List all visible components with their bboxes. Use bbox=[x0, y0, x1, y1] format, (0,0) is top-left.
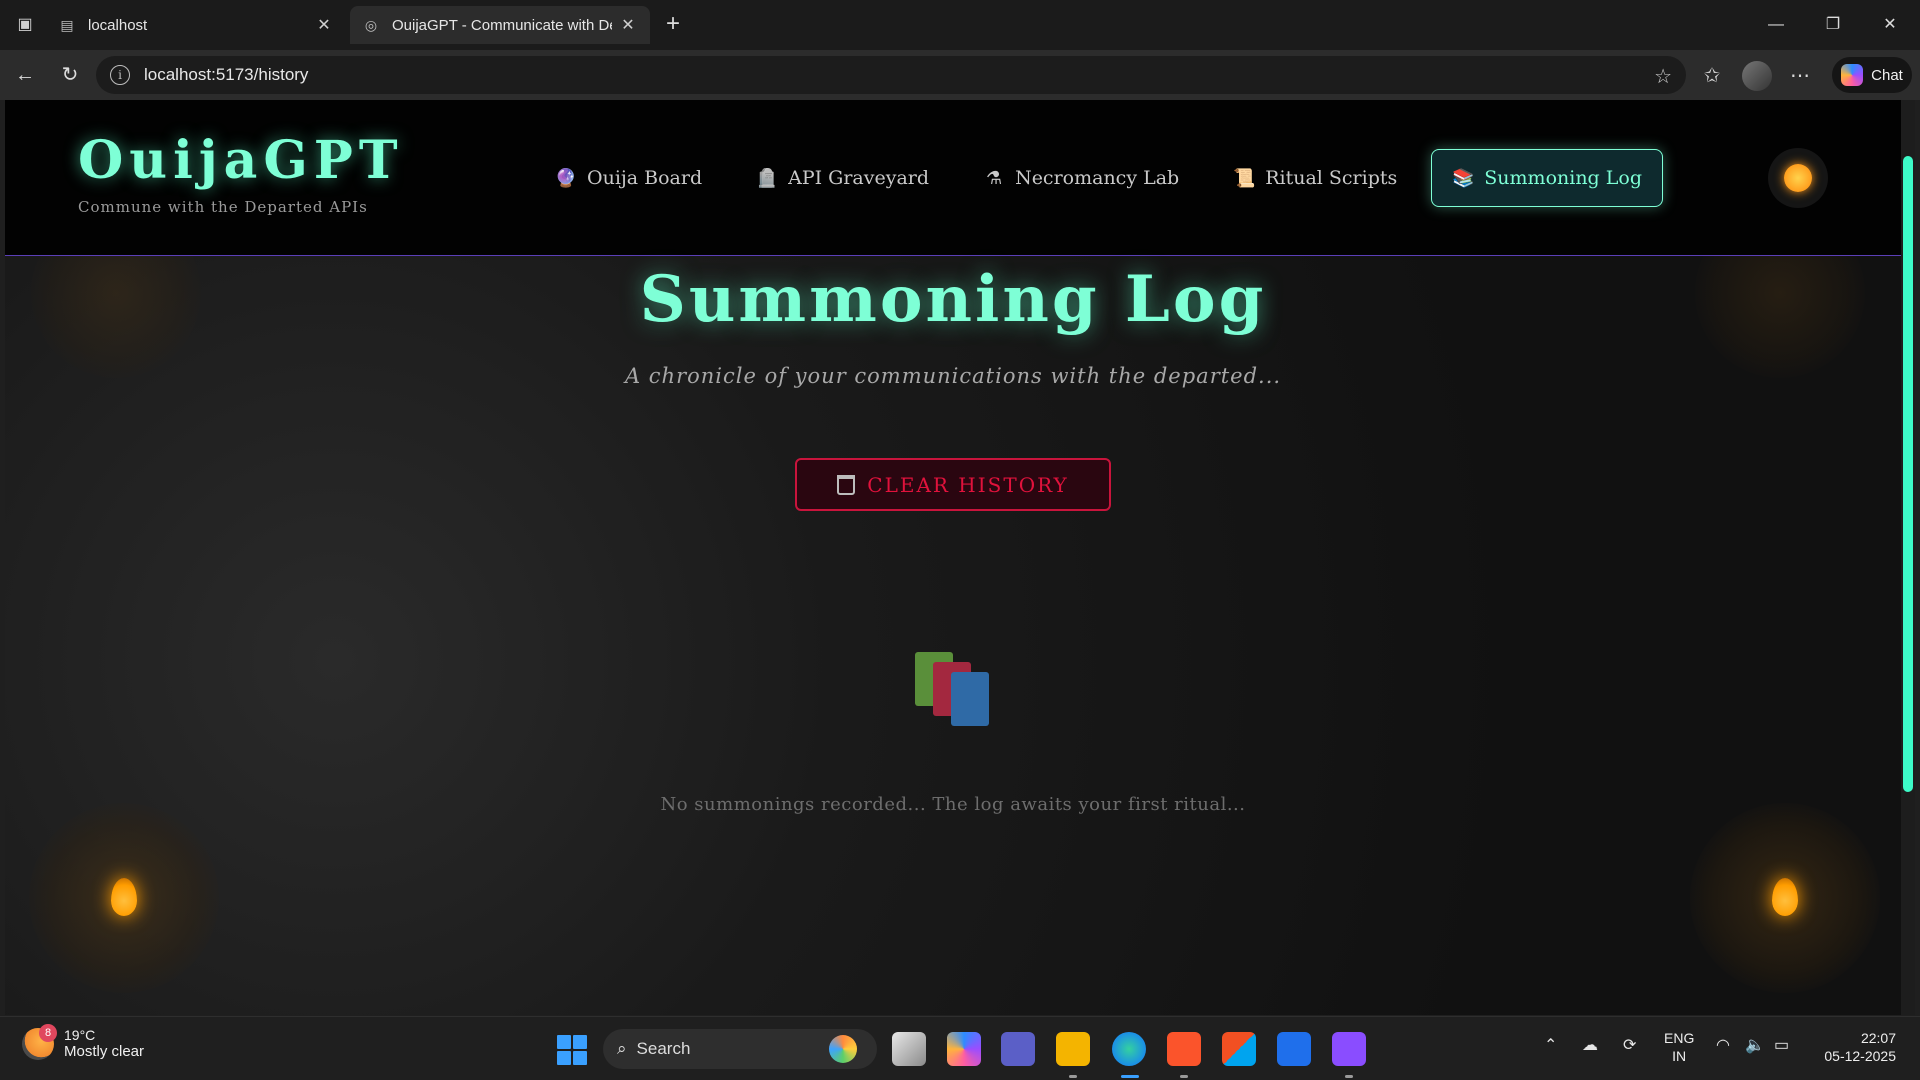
weather-widget[interactable]: 8 19°C Mostly clear bbox=[22, 1023, 145, 1060]
copilot-icon bbox=[1841, 64, 1864, 86]
scrollbar-thumb[interactable] bbox=[1903, 156, 1913, 792]
site-logo[interactable]: OuijaGPT bbox=[78, 130, 404, 191]
page-icon: ▤ bbox=[60, 16, 74, 33]
taskbar-search[interactable]: ⌕ Search bbox=[603, 1029, 877, 1069]
running-indicator bbox=[1180, 1075, 1188, 1078]
chat-label: Chat bbox=[1871, 66, 1903, 84]
nav-label: API Graveyard bbox=[788, 167, 930, 189]
search-label: Search bbox=[636, 1039, 691, 1058]
weather-temp: 19°C bbox=[64, 1027, 96, 1043]
copilot-chat-button[interactable]: Chat bbox=[1832, 57, 1912, 93]
edge-browser-icon[interactable] bbox=[1112, 1032, 1146, 1066]
close-icon[interactable]: ✕ bbox=[314, 15, 334, 35]
books-icon: 📚 bbox=[1452, 167, 1475, 189]
books-icon bbox=[915, 652, 999, 732]
close-window-button[interactable]: ✕ bbox=[1870, 10, 1910, 40]
more-options-icon[interactable]: ⋯ bbox=[1786, 62, 1814, 90]
weather-desc: Mostly clear bbox=[64, 1043, 145, 1060]
browser-tab-localhost[interactable]: ▤ localhost ✕ bbox=[46, 6, 346, 44]
lang-bottom: IN bbox=[1672, 1048, 1687, 1064]
page-title: Summoning Log bbox=[639, 262, 1267, 337]
main-nav: 🔮 Ouija Board 🪦 API Graveyard ⚗ Necroman… bbox=[535, 148, 1663, 208]
wifi-icon[interactable]: ◠ bbox=[1716, 1035, 1730, 1055]
nav-ouija-board[interactable]: 🔮 Ouija Board bbox=[535, 149, 722, 207]
favorite-star-icon[interactable]: ☆ bbox=[1654, 64, 1672, 89]
tab-actions-icon[interactable]: ▣ bbox=[14, 13, 36, 35]
chevron-up-icon[interactable]: ⌃ bbox=[1544, 1035, 1557, 1055]
app-purple-icon[interactable] bbox=[1332, 1032, 1366, 1066]
address-bar-row: ← ↻ i localhost:5173/history ☆ ✩ ⋯ Chat bbox=[0, 50, 1920, 100]
taskbar: 8 19°C Mostly clear ⌕ Search ⌃ ☁ ⟳ ENG I… bbox=[0, 1016, 1920, 1080]
teams-icon[interactable] bbox=[1001, 1032, 1035, 1066]
empty-state-message: No summonings recorded... The log awaits… bbox=[660, 794, 1246, 815]
candle-flame-icon bbox=[111, 878, 137, 916]
windows-start-icon[interactable] bbox=[557, 1035, 587, 1065]
running-indicator bbox=[1069, 1075, 1077, 1078]
scrollbar[interactable] bbox=[1901, 100, 1915, 1015]
refresh-icon[interactable]: ↻ bbox=[57, 62, 83, 88]
battery-icon[interactable]: ▭ bbox=[1774, 1035, 1789, 1055]
site-info-icon[interactable]: i bbox=[110, 65, 130, 85]
page-subtitle: A chronicle of your communications with … bbox=[624, 364, 1282, 388]
language-indicator[interactable]: ENG IN bbox=[1664, 1029, 1694, 1065]
onedrive-icon[interactable]: ☁ bbox=[1582, 1035, 1598, 1055]
back-icon[interactable]: ← bbox=[12, 62, 38, 88]
minimize-button[interactable]: — bbox=[1756, 10, 1796, 40]
url-text: localhost:5173/history bbox=[144, 65, 309, 84]
nav-label: Summoning Log bbox=[1484, 167, 1642, 189]
candle-flame-icon bbox=[1772, 878, 1798, 916]
clock-date: 05-12-2025 bbox=[1824, 1048, 1896, 1064]
sync-icon[interactable]: ⟳ bbox=[1623, 1035, 1636, 1055]
new-tab-button[interactable]: + bbox=[660, 12, 686, 38]
sun-icon bbox=[1784, 164, 1812, 192]
clock-time: 22:07 bbox=[1860, 1030, 1896, 1046]
browser-tab-bar: ▣ ▤ localhost ✕ ◎ OuijaGPT - Communicate… bbox=[0, 0, 1920, 50]
active-indicator bbox=[1121, 1075, 1139, 1078]
site-header: OuijaGPT Commune with the Departed APIs … bbox=[5, 100, 1901, 256]
page-viewport: OuijaGPT Commune with the Departed APIs … bbox=[5, 100, 1915, 1015]
nav-label: Ouija Board bbox=[587, 167, 703, 189]
search-icon: ⌕ bbox=[617, 1039, 627, 1058]
nav-label: Ritual Scripts bbox=[1265, 167, 1398, 189]
profile-avatar[interactable] bbox=[1742, 61, 1772, 91]
task-view-icon[interactable] bbox=[892, 1032, 926, 1066]
vscode-icon[interactable] bbox=[1277, 1032, 1311, 1066]
copilot-app-icon[interactable] bbox=[947, 1032, 981, 1066]
nav-api-graveyard[interactable]: 🪦 API Graveyard bbox=[736, 149, 949, 207]
scroll-icon: 📜 bbox=[1233, 167, 1256, 189]
nav-label: Necromancy Lab bbox=[1015, 167, 1180, 189]
clear-history-button[interactable]: CLEAR HISTORY bbox=[795, 458, 1111, 511]
close-icon[interactable]: ✕ bbox=[618, 15, 638, 35]
globe-icon: ◎ bbox=[364, 16, 378, 33]
trash-icon bbox=[837, 474, 856, 495]
url-field[interactable]: i localhost:5173/history ☆ bbox=[96, 56, 1686, 94]
microsoft-store-icon[interactable] bbox=[1222, 1032, 1256, 1066]
crystal-ball-icon: 🔮 bbox=[554, 167, 578, 189]
clock[interactable]: 22:07 05-12-2025 bbox=[1816, 1029, 1896, 1065]
clear-history-label: CLEAR HISTORY bbox=[867, 472, 1069, 497]
running-indicator bbox=[1345, 1075, 1353, 1078]
tab-title: localhost bbox=[88, 16, 148, 34]
nav-ritual-scripts[interactable]: 📜 Ritual Scripts bbox=[1213, 149, 1417, 207]
weather-moon-icon: 8 bbox=[22, 1023, 57, 1060]
theme-toggle-button[interactable] bbox=[1768, 148, 1828, 208]
browser-tab-ouijagpt[interactable]: ◎ OuijaGPT - Communicate with Dea ✕ bbox=[350, 6, 650, 44]
restore-button[interactable]: ❐ bbox=[1813, 10, 1853, 40]
tab-title: OuijaGPT - Communicate with Dea bbox=[392, 16, 612, 34]
nav-summoning-log[interactable]: 📚 Summoning Log bbox=[1431, 149, 1663, 207]
brave-browser-icon[interactable] bbox=[1167, 1032, 1201, 1066]
lang-top: ENG bbox=[1664, 1030, 1695, 1046]
volume-icon[interactable]: 🔈 bbox=[1745, 1035, 1765, 1055]
alembic-icon: ⚗ bbox=[985, 167, 1003, 189]
tombstone-icon: 🪦 bbox=[755, 167, 779, 189]
search-highlight-icon bbox=[829, 1035, 857, 1063]
site-tagline: Commune with the Departed APIs bbox=[78, 198, 368, 216]
nav-necromancy-lab[interactable]: ⚗ Necromancy Lab bbox=[963, 149, 1199, 207]
favorites-icon[interactable]: ✩ bbox=[1698, 62, 1726, 90]
weather-badge: 8 bbox=[39, 1023, 57, 1042]
file-explorer-icon[interactable] bbox=[1056, 1032, 1090, 1066]
